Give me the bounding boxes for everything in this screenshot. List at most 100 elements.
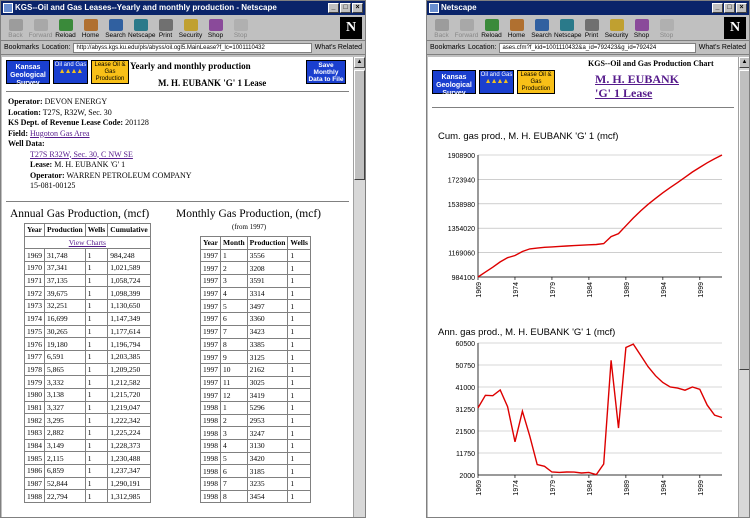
table-cell: 1,225,224 [107,426,151,440]
right-vertical-scrollbar[interactable]: ▲ [738,57,749,517]
y-tick-label: 1538980 [448,202,475,209]
scroll-thumb[interactable] [739,70,749,370]
scroll-up-arrow-icon[interactable]: ▲ [739,57,749,68]
table-cell: 1 [84,489,109,504]
stop-button[interactable]: Stop [654,19,679,39]
whats-related-button[interactable]: What's Related [315,44,362,51]
table-cell: 1 [287,413,311,428]
table-cell: 2,882 [44,426,86,440]
stop-button[interactable]: Stop [228,19,253,39]
scroll-up-arrow-icon[interactable]: ▲ [354,57,365,68]
right-logo-row: Kansas Geological Survey Oil and Gas ▲▲▲▲… [432,70,555,97]
table-cell: 1 [84,375,109,389]
table-cell: 1 [287,388,311,402]
forward-button[interactable]: Forward [454,19,479,39]
back-button[interactable]: Back [429,19,454,39]
table-row: 1982 3,295 1 1,222,342 [24,413,151,427]
security-button[interactable]: Security [178,19,203,39]
lease-production-logo-link[interactable]: Lease Oil & Gas Production [91,60,129,84]
table-cell: 1978 [24,362,45,377]
table-cell: 2953 [246,413,289,428]
table-cell: 1997 [200,261,221,276]
shop-button[interactable]: Shop [203,19,228,39]
netscape-button[interactable]: Netscape [554,19,581,39]
scroll-thumb[interactable] [354,70,365,180]
left-window-title: KGS--Oil and Gas Leases--Yearly and mont… [15,3,277,12]
table-cell: 1 [287,426,311,440]
reload-button[interactable]: Reload [479,19,504,39]
minimize-button[interactable]: _ [712,3,723,13]
table-cell: 1 [84,426,109,440]
shop-button[interactable]: Shop [629,19,654,39]
shop-icon [208,19,223,31]
table-cell: 3420 [246,451,289,466]
netscape-app-icon [429,3,439,13]
bookmarks-button[interactable]: Bookmarks [4,44,39,51]
netscape-logo: N [340,17,362,39]
table-cell: 12 [220,388,248,402]
divider [6,201,349,203]
forward-button[interactable]: Forward [28,19,53,39]
table-cell: 11 [220,375,248,390]
y-tick-label: 984100 [452,275,475,282]
table-cell: 1 [84,261,109,275]
close-button[interactable]: × [352,3,363,13]
table-cell: 1 [220,248,248,263]
table-cell: 1,230,488 [107,451,151,466]
field-link[interactable]: Hugoton Gas Area [30,129,90,138]
left-vertical-scrollbar[interactable]: ▲ [353,57,365,517]
lease-production-logo-link[interactable]: Lease Oil & Gas Production [517,70,555,94]
table-cell: 3,138 [44,387,86,402]
y-tick-label: 11750 [456,451,475,458]
well-link[interactable]: T27S R32W, Sec. 30, C NW SE [30,150,133,159]
search-button[interactable]: Search [103,19,128,39]
table-cell: 1974 [24,311,45,326]
table-cell: 1997 [200,375,221,390]
oil-gas-logo-link[interactable]: Oil and Gas ▲▲▲▲ [479,70,514,94]
home-button[interactable]: Home [504,19,529,39]
url-input[interactable]: ases.cfm?f_kid=1001110432&a_id=792423&g_… [499,42,696,53]
table-cell: 1 [287,451,311,466]
oil-gas-logo-link[interactable]: Oil and Gas ▲▲▲▲ [53,60,88,84]
table-cell: 1 [287,312,311,326]
netscape-button[interactable]: Netscape [128,19,155,39]
close-button[interactable]: × [736,3,747,13]
table-row: 1978 5,865 1 1,209,250 [24,362,151,377]
print-button[interactable]: Print [579,19,604,39]
table-cell: 1973 [24,299,45,313]
stop-icon [659,19,674,31]
kgs-logo-link[interactable]: Kansas Geological Survey [6,60,50,87]
left-title-bar[interactable]: KGS--Oil and Gas Leases--Yearly and mont… [1,1,365,15]
back-button[interactable]: Back [3,19,28,39]
reload-button[interactable]: Reload [53,19,78,39]
maximize-button[interactable]: □ [724,3,735,13]
table-cell: 32,251 [44,299,86,313]
table-cell: 22,794 [44,489,86,504]
url-input[interactable]: http://abyss.kgs.ku.edu/pls/abyss/oil.og… [73,42,312,53]
left-logo-row: Kansas Geological Survey Oil and Gas ▲▲▲▲… [6,60,129,87]
lease-link[interactable]: M. H. EUBANK 'G' 1 Lease [595,72,685,100]
table-cell: 1 [287,337,311,352]
table-cell: 1969 [24,248,45,263]
print-button[interactable]: Print [153,19,178,39]
right-title-bar[interactable]: Netscape _ □ × [427,1,749,15]
view-charts-link[interactable]: View Charts [69,238,106,247]
table-row: 1997 9 3125 1 [200,350,311,364]
maximize-button[interactable]: □ [340,3,351,13]
table-cell: 1 [220,400,248,415]
table-cell: 1 [84,362,109,377]
divider [6,91,349,93]
table-cell: 1 [84,413,109,427]
bookmarks-button[interactable]: Bookmarks [430,44,465,51]
search-button[interactable]: Search [529,19,554,39]
home-button[interactable]: Home [78,19,103,39]
security-button[interactable]: Security [604,19,629,39]
monthly-table-body: 1997 1 3556 1 1997 2 3208 1 1997 3 3591 1 1997 4 3314 1… [200,248,311,504]
table-cell: 1 [84,337,109,351]
whats-related-button[interactable]: What's Related [699,44,746,51]
save-monthly-data-button[interactable]: Save Monthly Data to File [306,60,346,84]
table-cell: 30,265 [44,324,86,339]
table-cell: 3419 [246,388,289,402]
minimize-button[interactable]: _ [328,3,339,13]
kgs-logo-link[interactable]: Kansas Geological Survey [432,70,476,97]
